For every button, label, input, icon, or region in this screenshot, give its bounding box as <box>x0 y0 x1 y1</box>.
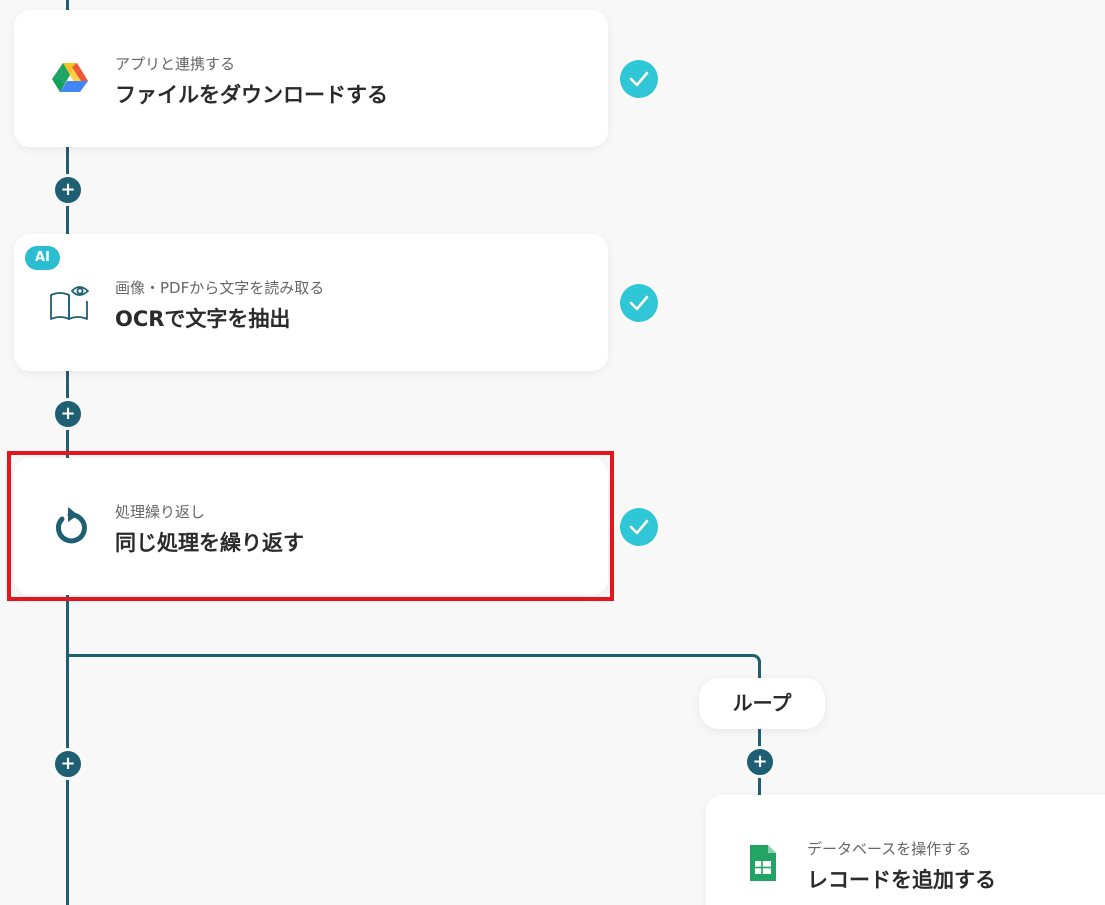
check-icon <box>620 284 658 322</box>
add-step-button[interactable]: + <box>52 748 84 780</box>
step-subtitle: 画像・PDFから文字を読み取る <box>115 279 325 297</box>
step-title: レコードを追加する <box>807 868 996 892</box>
google-sheets-icon <box>740 841 784 885</box>
google-drive-icon <box>48 57 92 101</box>
step-card-ocr[interactable]: 画像・PDFから文字を読み取る OCRで文字を抽出 <box>14 234 608 371</box>
step-subtitle: 処理繰り返し <box>115 503 206 521</box>
add-step-button[interactable]: + <box>52 174 84 206</box>
ai-badge: AI <box>25 246 60 270</box>
check-icon <box>620 60 658 98</box>
add-loop-step-button[interactable]: + <box>744 746 776 778</box>
step-subtitle: アプリと連携する <box>115 55 236 73</box>
loop-label: ループ <box>699 678 825 729</box>
step-title: OCRで文字を抽出 <box>115 307 291 331</box>
loop-arrow-icon <box>48 505 92 549</box>
add-step-button[interactable]: + <box>52 398 84 430</box>
step-title: ファイルをダウンロードする <box>115 83 388 107</box>
step-card-add-record[interactable]: データベースを操作する レコードを追加する <box>706 795 1105 905</box>
step-subtitle: データベースを操作する <box>807 840 972 858</box>
flow-canvas: + + + + アプリと連携する ファイルをダウンロードする 画像・PDFから文… <box>0 0 1105 905</box>
step-card-download-file[interactable]: アプリと連携する ファイルをダウンロードする <box>14 10 608 147</box>
book-eye-icon <box>48 281 92 325</box>
step-title: 同じ処理を繰り返す <box>115 531 304 555</box>
step-card-repeat[interactable]: 処理繰り返し 同じ処理を繰り返す <box>14 458 608 595</box>
loop-branch-connector <box>67 654 761 678</box>
check-icon <box>620 508 658 546</box>
